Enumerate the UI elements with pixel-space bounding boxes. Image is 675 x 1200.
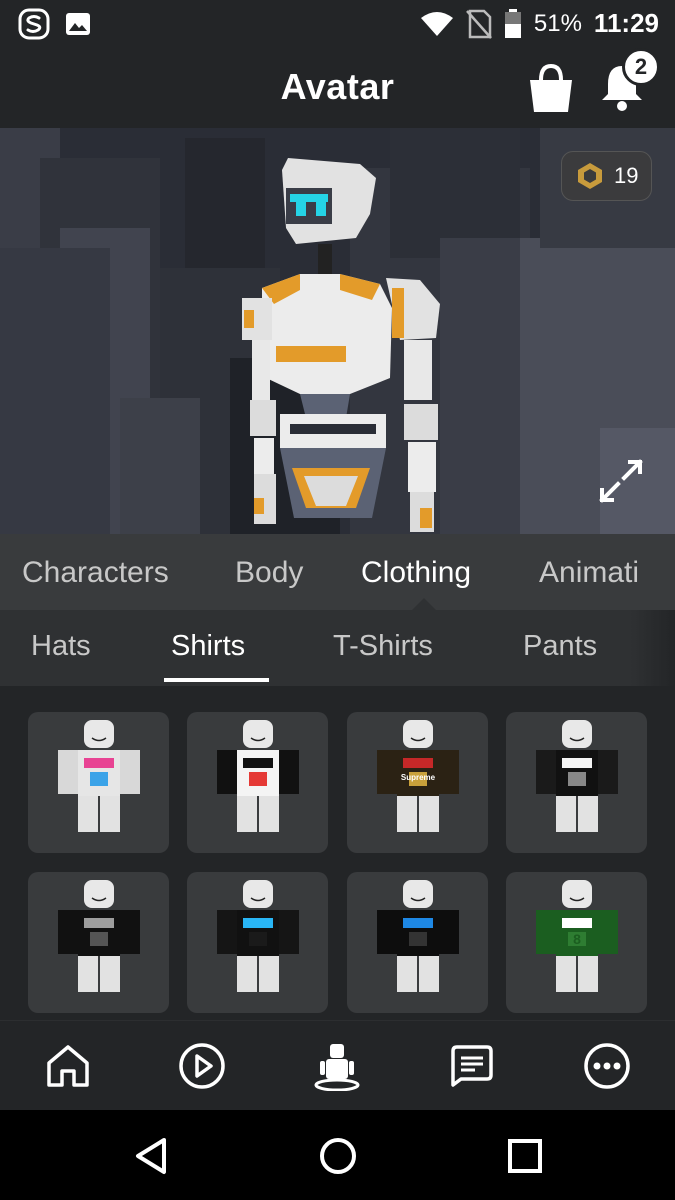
avatar-thumbnail-icon: [217, 720, 299, 832]
clock: 11:29: [593, 8, 659, 38]
subcategory-tabs: Hats Shirts T-Shirts Pants: [0, 610, 675, 686]
shirt-item-blue-shirt-black-jacket[interactable]: [347, 872, 488, 1013]
shirt-item-jurassic-black-shirt[interactable]: [28, 872, 169, 1013]
avatar-icon: [314, 1044, 360, 1092]
shirt-item-green-jersey-8-shirt[interactable]: 8: [506, 872, 647, 1013]
subtab-t-shirts[interactable]: T-Shirts: [333, 630, 433, 663]
avatar-thumbnail-icon: [217, 880, 299, 992]
robux-count: 19: [614, 163, 639, 188]
system-recents-button[interactable]: [503, 1134, 547, 1178]
robux-icon: [578, 163, 602, 189]
expand-icon: [599, 459, 643, 503]
tab-characters[interactable]: Characters: [22, 556, 169, 590]
battery-percent: 51%: [533, 9, 582, 37]
active-tab-indicator: [412, 598, 436, 610]
play-icon: [179, 1043, 225, 1089]
more-icon: [584, 1043, 630, 1089]
scroll-fade: [630, 610, 675, 686]
tab-clothing[interactable]: Clothing: [361, 556, 471, 590]
avatar-thumbnail-icon: Supreme: [377, 720, 459, 832]
nav-more-button[interactable]: [582, 1041, 632, 1091]
shop-button[interactable]: [526, 62, 576, 114]
tab-animations[interactable]: Animati: [539, 556, 639, 590]
recents-icon: [508, 1139, 542, 1173]
home-circle-icon: [320, 1138, 356, 1174]
shirt-item-rainbow-tie-dye-shirt[interactable]: [28, 712, 169, 853]
shirt-item-white-black-split-shirt[interactable]: [187, 712, 328, 853]
shopping-bag-icon: [530, 63, 572, 112]
nav-home-button[interactable]: [43, 1041, 93, 1091]
no-sim-icon: [465, 9, 492, 39]
shirt-item-supreme-pattern-shirt[interactable]: Supreme: [347, 712, 488, 853]
battery-icon: [504, 8, 521, 38]
wifi-icon: [420, 11, 453, 36]
shirt-item-marshmello-shirt[interactable]: [506, 712, 647, 853]
app-s-icon: [18, 8, 50, 40]
status-bar: 51% 11:29: [0, 0, 675, 48]
robux-balance-pill[interactable]: 19: [561, 151, 652, 201]
shirt-item-blue-collar-black-shirt[interactable]: [187, 872, 328, 1013]
system-back-button[interactable]: [130, 1134, 174, 1178]
avatar-thumbnail-icon: [536, 720, 618, 832]
avatar-thumbnail-icon: [58, 720, 140, 832]
app-header: Avatar: [0, 48, 675, 128]
nav-chat-button[interactable]: [447, 1041, 497, 1091]
avatar-thumbnail-icon: 8: [536, 880, 618, 992]
nav-avatar-button[interactable]: [312, 1041, 362, 1092]
shirt-print-label: Supreme: [401, 773, 436, 782]
category-tabs: Characters Body Clothing Animati: [0, 534, 675, 610]
system-home-button[interactable]: [316, 1134, 360, 1178]
active-subtab-underline: [164, 678, 269, 682]
system-navigation-bar: [0, 1110, 675, 1200]
subtab-shirts[interactable]: Shirts: [171, 630, 245, 663]
shirt-print-label: 8: [573, 931, 581, 947]
avatar-thumbnail-icon: [377, 880, 459, 992]
nav-discover-button[interactable]: [177, 1041, 227, 1091]
subtab-hats[interactable]: Hats: [31, 630, 91, 663]
back-icon: [136, 1138, 166, 1174]
fullscreen-button[interactable]: [594, 454, 648, 508]
bottom-navigation: [0, 1020, 675, 1110]
subtab-pants[interactable]: Pants: [523, 630, 597, 663]
tab-body[interactable]: Body: [235, 556, 303, 590]
home-icon: [47, 1045, 89, 1087]
image-icon: [66, 13, 90, 35]
chat-icon: [451, 1045, 493, 1087]
notification-badge: 2: [622, 48, 660, 86]
avatar-thumbnail-icon: [58, 880, 140, 992]
